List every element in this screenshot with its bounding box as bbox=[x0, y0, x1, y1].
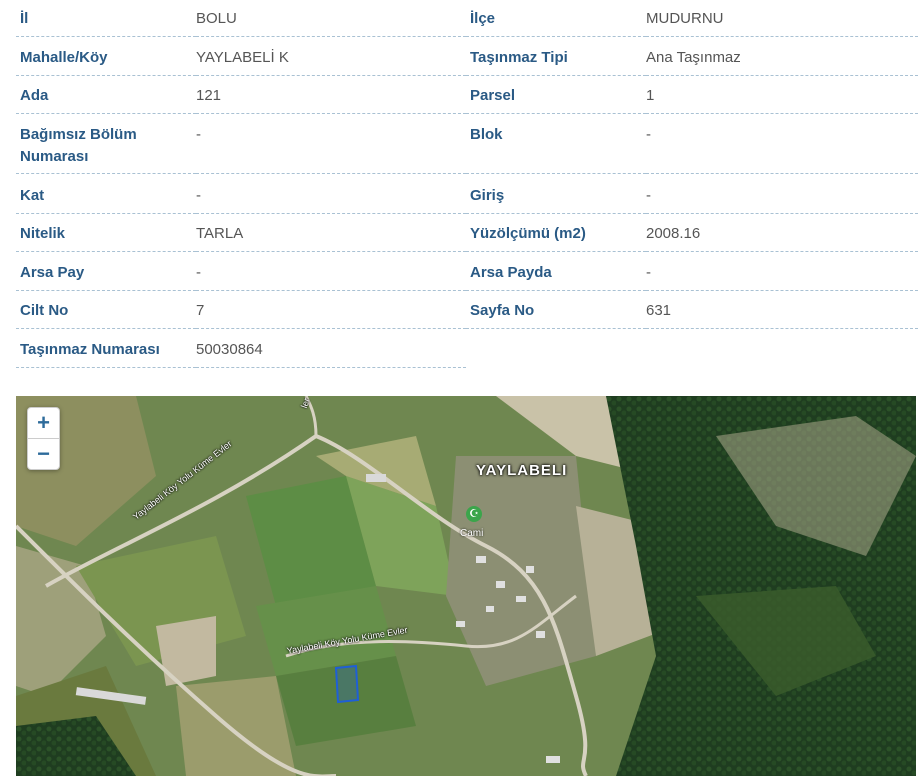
value-kat: - bbox=[196, 185, 466, 214]
value-cilt-no: 7 bbox=[196, 300, 466, 329]
value-mahalle-koy: YAYLABELİ K bbox=[196, 47, 466, 76]
value-bagimsiz-bolum-numarasi: - bbox=[196, 124, 466, 174]
value-blok: - bbox=[646, 124, 918, 174]
poi-label-cami: Cami bbox=[460, 528, 484, 539]
label-tasinmaz-tipi: Taşınmaz Tipi bbox=[466, 47, 646, 76]
value-tasinmaz-tipi: Ana Taşınmaz bbox=[646, 47, 918, 76]
value-sayfa-no: 631 bbox=[646, 300, 918, 329]
zoom-in-button[interactable]: + bbox=[28, 408, 59, 438]
label-bagimsiz-bolum-numarasi: Bağımsız Bölüm Numarası bbox=[16, 124, 196, 174]
value-yuzolcumu: 2008.16 bbox=[646, 223, 918, 252]
value-giris: - bbox=[646, 185, 918, 214]
zoom-control: + − bbox=[27, 407, 60, 470]
label-mahalle-koy: Mahalle/Köy bbox=[16, 47, 196, 76]
value-ada: 121 bbox=[196, 85, 466, 114]
label-ilce: İlçe bbox=[466, 8, 646, 37]
label-ada: Ada bbox=[16, 85, 196, 114]
label-nitelik: Nitelik bbox=[16, 223, 196, 252]
place-label-yaylabeli: YAYLABELI bbox=[476, 462, 568, 479]
label-tasinmaz-numarasi: Taşınmaz Numarası bbox=[16, 339, 196, 368]
label-sayfa-no: Sayfa No bbox=[466, 300, 646, 329]
value-il: BOLU bbox=[196, 8, 466, 37]
value-nitelik: TARLA bbox=[196, 223, 466, 252]
value-ilce: MUDURNU bbox=[646, 8, 918, 37]
value-arsa-payda: - bbox=[646, 262, 918, 291]
value-parsel: 1 bbox=[646, 85, 918, 114]
label-blok: Blok bbox=[466, 124, 646, 174]
label-arsa-pay: Arsa Pay bbox=[16, 262, 196, 291]
label-cilt-no: Cilt No bbox=[16, 300, 196, 329]
label-kat: Kat bbox=[16, 185, 196, 214]
mosque-icon[interactable]: ☪ bbox=[466, 506, 482, 522]
label-arsa-payda: Arsa Payda bbox=[466, 262, 646, 291]
satellite-imagery bbox=[16, 396, 916, 776]
zoom-out-button[interactable]: − bbox=[28, 438, 59, 469]
parcel-outline[interactable] bbox=[334, 664, 360, 704]
label-parsel: Parsel bbox=[466, 85, 646, 114]
label-giris: Giriş bbox=[466, 185, 646, 214]
label-yuzolcumu: Yüzölçümü (m2) bbox=[466, 223, 646, 252]
value-tasinmaz-numarasi: 50030864 bbox=[196, 339, 466, 368]
label-il: İl bbox=[16, 8, 196, 37]
value-arsa-pay: - bbox=[196, 262, 466, 291]
satellite-map[interactable]: + − YAYLABELI ☪ Cami Yaylabeli Köy Yolu … bbox=[16, 396, 916, 776]
